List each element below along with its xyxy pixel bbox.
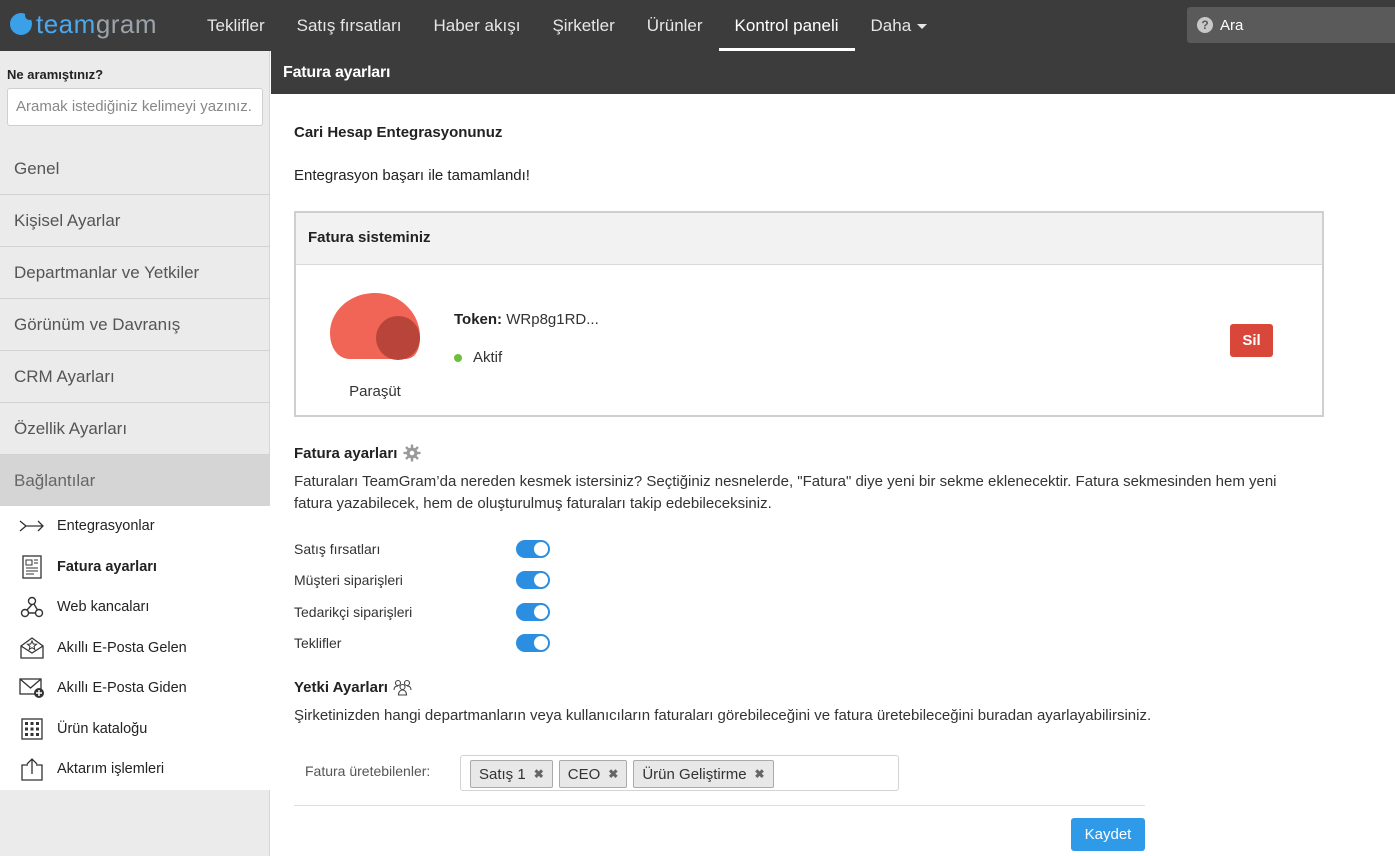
nav-item-urunler[interactable]: Ürünler [631,0,719,51]
toggle-row-satis-firsatlari: Satış fırsatları [294,538,554,560]
toggle-label: Satış fırsatları [294,541,381,557]
integration-arrow-icon [19,513,45,539]
nav-item-haber-akisi[interactable]: Haber akışı [418,0,537,51]
toggle-switch[interactable] [516,634,550,652]
sidebar-section-kisisel-ayarlar[interactable]: Kişisel Ayarlar [0,195,270,247]
close-icon[interactable]: ✖ [755,767,765,781]
toggle-switch[interactable] [516,571,550,589]
toggle-switch[interactable] [516,540,550,558]
sidebar-section-crm-ayarlari[interactable]: CRM Ayarları [0,351,270,403]
toggle-label: Tedarikçi siparişleri [294,604,413,620]
sidebar-item-label: Fatura ayarları [57,558,157,575]
sidebar-item-akilli-eposta-giden[interactable]: Akıllı E-Posta Giden [0,668,270,709]
nav-item-daha[interactable]: Daha [855,0,944,51]
global-search-input[interactable]: ? Ara [1187,7,1395,43]
tag-label: Ürün Geliştirme [642,765,747,783]
close-icon[interactable]: ✖ [608,767,618,781]
toggle-row-teklifler: Teklifler [294,632,554,654]
nav-item-sirketler[interactable]: Şirketler [536,0,630,51]
mail-outgoing-icon [19,675,45,701]
invoice-system-heading: Fatura sisteminiz [296,213,1322,265]
sidebar-item-label: Akıllı E-Posta Gelen [57,639,187,656]
nav-more-label: Daha [870,16,912,35]
sidebar-search-input[interactable]: Aramak istediğiniz kelimeyi yazınız. [7,88,263,126]
users-group-icon [393,679,412,696]
invoice-settings-title: Fatura ayarları [294,444,398,462]
global-search-placeholder: Ara [1220,16,1244,34]
sidebar-search-label: Ne aramıştınız? [7,67,104,82]
sidebar-section-departmanlar[interactable]: Departmanlar ve Yetkiler [0,247,270,299]
invoice-system-panel: Fatura sisteminiz Paraşüt Token: WRp8g1R… [294,211,1324,417]
close-icon[interactable]: ✖ [534,767,544,781]
settings-sidebar: Ne aramıştınız? Aramak istediğiniz kelim… [0,51,270,856]
token-info: Token: WRp8g1RD... [454,311,599,328]
parasut-logo-icon [330,293,420,361]
page-title: Fatura ayarları [271,51,1395,94]
status-badge: Aktif [454,349,502,366]
nav-item-kontrol-paneli[interactable]: Kontrol paneli [718,0,855,51]
help-icon: ? [1197,17,1213,33]
permissions-heading: Yetki Ayarları [294,679,412,696]
chevron-down-icon [917,24,928,30]
invoice-producers-input[interactable]: Satış 1 ✖ CEO ✖ Ürün Geliştirme ✖ [460,755,899,791]
invoice-settings-heading: Fatura ayarları [294,444,421,462]
sidebar-item-label: Entegrasyonlar [57,518,155,535]
tag-label: Satış 1 [479,765,526,783]
toggle-row-musteri-siparisleri: Müşteri siparişleri [294,569,554,591]
sidebar-item-label: Web kancaları [57,599,150,616]
provider-name: Paraşüt [349,383,401,400]
sidebar-item-fatura-ayarlari[interactable]: Fatura ayarları [0,547,270,588]
tag-label: CEO [567,765,601,783]
sidebar-item-web-kancalari[interactable]: Web kancaları [0,587,270,628]
status-text: Aktif [473,349,503,366]
save-button[interactable]: Kaydet [1071,818,1145,851]
invoice-producers-label: Fatura üretebilenler: [305,763,431,779]
token-value: WRp8g1RD... [506,311,599,328]
token-label: Token: [454,311,503,328]
gear-icon[interactable] [403,444,421,462]
teamgram-fish-icon [10,11,34,35]
divider [294,805,1145,806]
sidebar-item-label: Ürün kataloğu [57,720,148,737]
nav-item-teklifler[interactable]: Teklifler [191,0,281,51]
sidebar-item-entegrasyonlar[interactable]: Entegrasyonlar [0,506,270,547]
logo-text: teamgram [36,9,158,39]
integration-heading: Cari Hesap Entegrasyonunuz [294,124,503,141]
sidebar-item-urun-katalogu[interactable]: Ürün kataloğu [0,709,270,750]
sidebar-section-genel[interactable]: Genel [0,143,270,195]
tag-chip: Satış 1 ✖ [470,760,553,788]
permissions-description: Şirketinizden hangi departmanların veya … [294,707,1152,724]
permissions-title: Yetki Ayarları [294,679,388,696]
upload-transfer-icon [19,756,45,782]
invoice-document-icon [19,554,45,580]
integration-success-message: Entegrasyon başarı ile tamamlandı! [294,167,530,184]
sidebar-item-akilli-eposta-gelen[interactable]: Akıllı E-Posta Gelen [0,628,270,669]
sidebar-subitems: Entegrasyonlar Fatura ayarları Web kanca… [0,506,270,790]
sidebar-section-ozellik-ayarlari[interactable]: Özellik Ayarları [0,403,270,455]
sidebar-item-label: Akıllı E-Posta Giden [57,680,187,697]
main-nav: Teklifler Satış fırsatları Haber akışı Ş… [191,0,943,51]
sidebar-item-label: Aktarım işlemleri [57,761,165,778]
toggle-label: Müşteri siparişleri [294,572,403,588]
toggle-switch[interactable] [516,603,550,621]
toggle-row-tedarikci-siparisleri: Tedarikçi siparişleri [294,601,554,623]
toggle-label: Teklifler [294,635,342,651]
sidebar-item-aktarim-islemleri[interactable]: Aktarım işlemleri [0,749,270,790]
sidebar-section-baglantilar[interactable]: Bağlantılar [0,455,270,507]
sidebar-sections: Genel Kişisel Ayarlar Departmanlar ve Ye… [0,143,270,507]
tag-chip: CEO ✖ [558,760,628,788]
top-navigation-bar: teamgram Teklifler Satış fırsatları Habe… [0,0,1395,51]
nav-item-satis-firsatlari[interactable]: Satış fırsatları [281,0,418,51]
invoice-settings-description: Faturaları TeamGram’da nereden kesmek is… [294,473,1277,512]
grid-catalog-icon [19,716,45,742]
delete-button[interactable]: Sil [1230,324,1273,357]
mail-inbox-star-icon [19,635,45,661]
webhook-icon [19,594,45,620]
sidebar-section-gorunum[interactable]: Görünüm ve Davranış [0,299,270,351]
teamgram-logo[interactable]: teamgram [10,8,157,40]
status-dot-icon [454,353,462,362]
tag-chip: Ürün Geliştirme ✖ [633,760,774,788]
